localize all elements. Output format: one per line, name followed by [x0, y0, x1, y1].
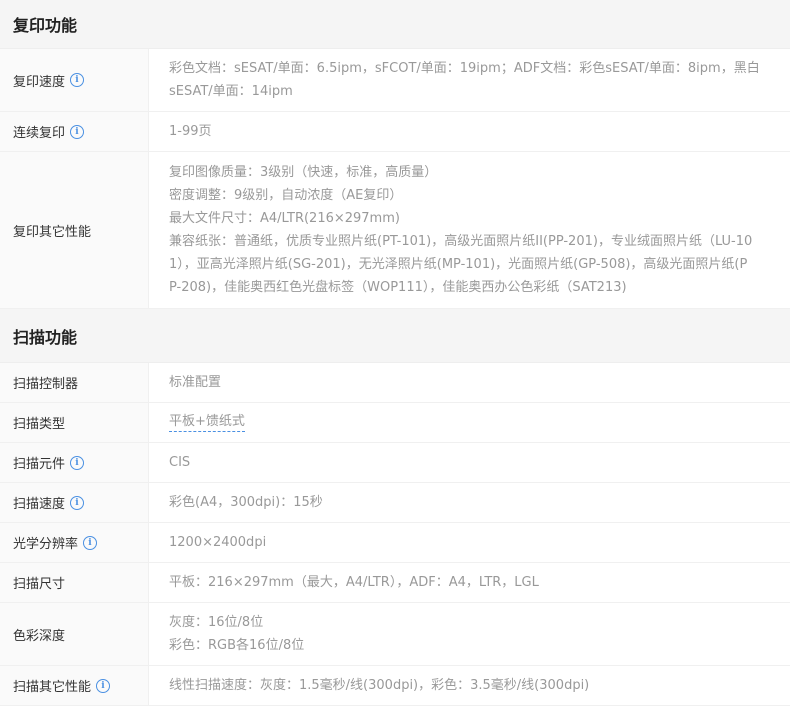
spec-label: 复印速度	[13, 74, 66, 90]
spec-value: 灰度：16位/8位 彩色：RGB各16位/8位	[169, 615, 305, 653]
spec-row-scan-controller: 扫描控制器 标准配置	[0, 363, 790, 403]
info-icon[interactable]: i	[70, 124, 85, 139]
spec-row-scan-size: 扫描尺寸 平板：216×297mm（最大，A4/LTR），ADF：A4，LTR，…	[0, 563, 790, 603]
copy-section: 复印功能 复印速度 i 彩色文档：sESAT/单面：6.5ipm，sFCOT/单…	[0, 0, 790, 309]
scan-section: 扫描功能 扫描控制器 标准配置 扫描类型 平板+馈纸式 扫描元件 i CIS 扫…	[0, 309, 790, 706]
spec-label: 扫描类型	[13, 417, 66, 432]
spec-label: 连续复印	[13, 126, 66, 141]
spec-row-continuous-copy: 连续复印 i 1-99页	[0, 112, 790, 152]
spec-value: 平板+馈纸式	[149, 403, 790, 442]
scan-type-link[interactable]: 平板+馈纸式	[169, 413, 245, 432]
spec-value: 标准配置	[169, 375, 222, 390]
spec-label: 扫描速度	[13, 497, 66, 512]
info-icon[interactable]: i	[70, 73, 85, 87]
spec-value: 彩色文档：sESAT/单面：6.5ipm，sFCOT/单面：19ipm；ADF文…	[169, 61, 760, 99]
spec-row-scan-element: 扫描元件 i CIS	[0, 443, 790, 483]
spec-value: 1-99页	[169, 124, 212, 139]
info-icon[interactable]: i	[83, 535, 98, 550]
spec-label: 扫描其它性能	[13, 680, 92, 695]
spec-row-scan-speed: 扫描速度 i 彩色(A4，300dpi)：15秒	[0, 483, 790, 523]
spec-row-optical-resolution: 光学分辨率 i 1200×2400dpi	[0, 523, 790, 563]
spec-label: 复印其它性能	[13, 224, 92, 240]
info-icon[interactable]: i	[70, 495, 85, 510]
spec-row-color-depth: 色彩深度 灰度：16位/8位 彩色：RGB各16位/8位	[0, 603, 790, 666]
spec-row-scan-other: 扫描其它性能 i 线性扫描速度：灰度：1.5毫秒/线(300dpi)，彩色：3.…	[0, 666, 790, 706]
spec-label: 扫描控制器	[13, 377, 79, 392]
spec-value: 1200×2400dpi	[169, 535, 267, 550]
spec-value: 线性扫描速度：灰度：1.5毫秒/线(300dpi)，彩色：3.5毫秒/线(300…	[169, 678, 590, 693]
spec-value: 平板：216×297mm（最大，A4/LTR），ADF：A4，LTR，LGL	[169, 575, 539, 590]
scan-section-title: 扫描功能	[0, 309, 790, 363]
spec-label: 扫描尺寸	[13, 577, 66, 592]
spec-label: 扫描元件	[13, 457, 66, 472]
spec-value: CIS	[169, 455, 191, 470]
info-icon[interactable]: i	[70, 455, 85, 470]
spec-row-copy-other: 复印其它性能 复印图像质量：3级别（快速，标准，高质量） 密度调整：9级别，自动…	[0, 152, 790, 309]
spec-label: 色彩深度	[13, 628, 66, 644]
spec-value: 复印图像质量：3级别（快速，标准，高质量） 密度调整：9级别，自动浓度（AE复印…	[169, 165, 753, 295]
info-icon[interactable]: i	[96, 678, 111, 693]
spec-label: 光学分辨率	[13, 537, 79, 552]
spec-row-copy-speed: 复印速度 i 彩色文档：sESAT/单面：6.5ipm，sFCOT/单面：19i…	[0, 49, 790, 112]
spec-row-scan-type: 扫描类型 平板+馈纸式	[0, 403, 790, 443]
copy-section-title: 复印功能	[0, 0, 790, 49]
spec-value: 彩色(A4，300dpi)：15秒	[169, 495, 323, 510]
